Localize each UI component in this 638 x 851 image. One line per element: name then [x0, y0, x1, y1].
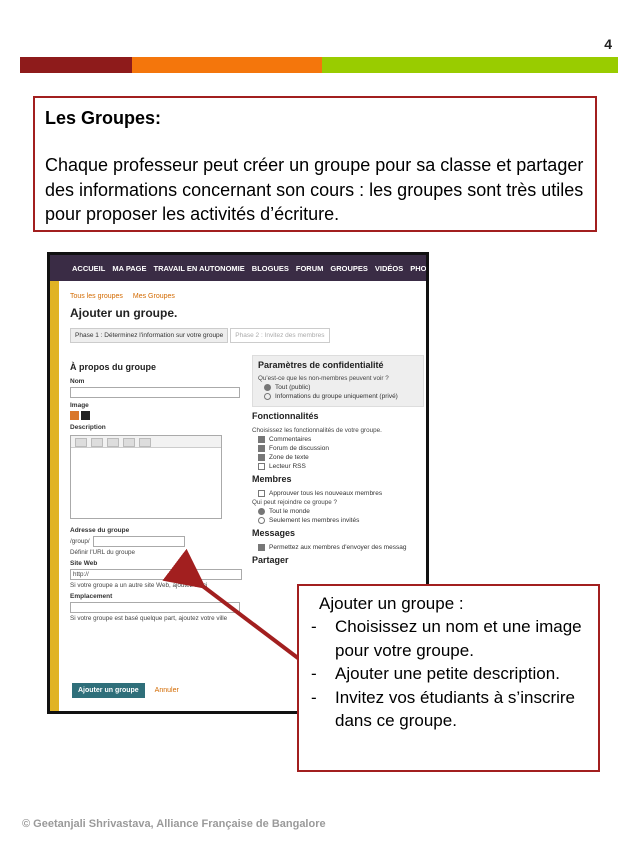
callout-item: Ajouter une petite description.	[307, 662, 590, 686]
callout-head: Ajouter un groupe :	[319, 594, 464, 613]
callout-list: Choisissez un nom et une image pour votr…	[307, 615, 590, 732]
callout-box: Ajouter un groupe : Choisissez un nom et…	[297, 584, 600, 772]
callout-item: Invitez vos étudiants à s’inscrire dans …	[307, 686, 590, 733]
callout-item: Choisissez un nom et une image pour votr…	[307, 615, 590, 662]
footer-credit: © Geetanjali Shrivastava, Alliance Franç…	[22, 818, 326, 830]
